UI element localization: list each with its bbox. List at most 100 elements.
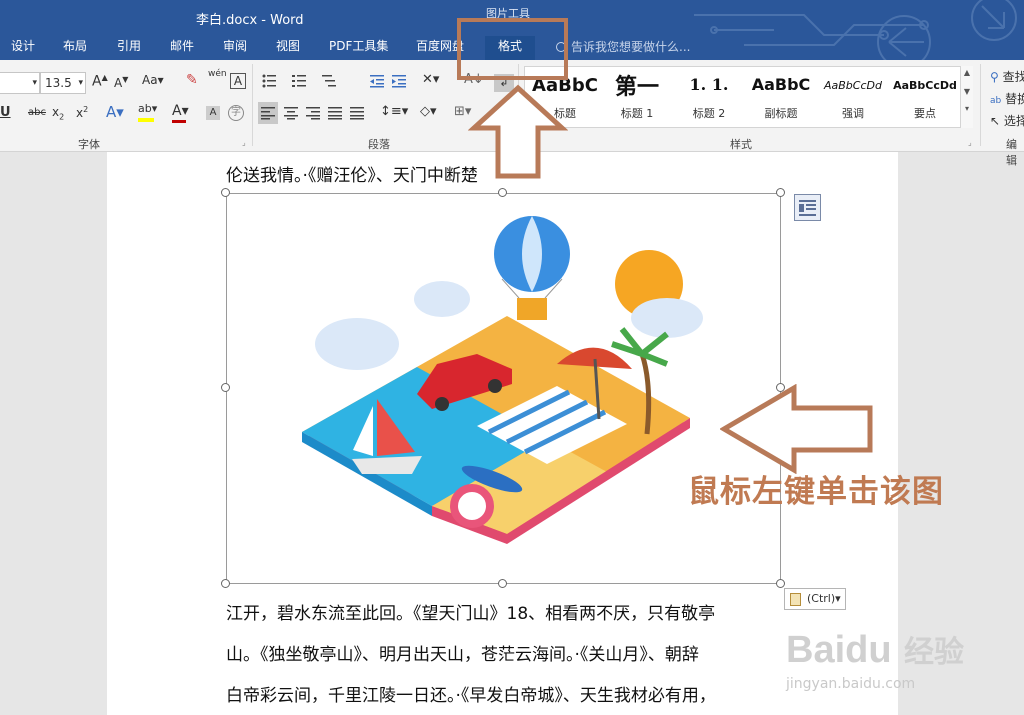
style-strong[interactable]: AaBbCcDd 要点 — [889, 67, 961, 127]
increase-indent-icon[interactable] — [392, 74, 406, 88]
tell-me-box[interactable]: 告诉我您想要做什么... — [556, 38, 690, 55]
font-dialog-launcher-icon[interactable]: ⌟ — [242, 138, 246, 147]
resize-handle[interactable] — [221, 188, 230, 197]
styles-dialog-launcher-icon[interactable]: ⌟ — [968, 138, 972, 147]
shrink-font-icon[interactable]: A▼ — [114, 75, 128, 90]
tab-references[interactable]: 引用 — [117, 36, 141, 60]
group-separator — [252, 64, 253, 146]
style-sample: AaBbCcDd — [893, 79, 957, 92]
shading-icon[interactable]: ◇▾ — [420, 104, 437, 119]
align-left-button[interactable] — [258, 102, 278, 124]
resize-handle[interactable] — [498, 579, 507, 588]
doc-line: 山。《独坐敬亭山》、明月出天山，苍茫云海间。·《关山月》、朝辞 — [226, 645, 699, 665]
find-label: 查找 — [1002, 70, 1024, 84]
format-tab-highlight-box — [457, 18, 568, 80]
watermark-brand: Baidu — [786, 629, 892, 671]
replace-label: 替换 — [1005, 92, 1024, 106]
superscript-icon[interactable]: x2 — [76, 105, 88, 120]
underline-icon[interactable]: U — [0, 105, 11, 120]
style-emphasis[interactable]: AaBbCcDd 强调 — [817, 67, 889, 127]
highlight-color-swatch — [138, 118, 154, 122]
paragraph-group-label: 段落 — [368, 138, 390, 151]
resize-handle[interactable] — [776, 579, 785, 588]
phonetic-guide-icon[interactable]: wén — [208, 69, 227, 79]
selected-picture[interactable] — [226, 193, 781, 584]
text-effects-icon[interactable]: A▾ — [106, 103, 124, 121]
tab-mailings[interactable]: 邮件 — [170, 36, 194, 60]
justify-icon[interactable] — [328, 106, 342, 120]
more-icon: ▾ — [964, 104, 969, 113]
tab-view[interactable]: 视图 — [276, 36, 300, 60]
tab-review[interactable]: 审阅 — [223, 36, 247, 60]
find-button[interactable]: ⚲ 查找 — [990, 68, 1024, 85]
change-case-icon[interactable]: Aa▾ — [142, 73, 164, 87]
char-border-icon[interactable]: A — [230, 73, 246, 89]
resize-handle[interactable] — [221, 579, 230, 588]
doc-line: 江开，碧水东流至此回。《望天门山》18、相看两不厌，只有敬亭 — [226, 604, 716, 624]
style-sample: 第一 — [614, 75, 659, 100]
style-name: 要点 — [914, 107, 936, 120]
distributed-icon[interactable] — [350, 106, 364, 120]
font-color-icon[interactable]: A▾ — [172, 103, 189, 123]
style-subtitle[interactable]: AaBbC 副标题 — [745, 67, 817, 127]
style-sample: 1. 1. — [689, 75, 729, 94]
font-name-box[interactable]: ▾ — [0, 72, 40, 94]
align-center-icon[interactable] — [284, 106, 298, 120]
doc-line: 白帝彩云间，千里江陵一日还。·《早发白帝城》、天生我材必有用， — [226, 686, 716, 706]
strikethrough-icon[interactable]: abc — [28, 107, 46, 118]
font-group-label: 字体 — [78, 138, 100, 151]
tab-design[interactable]: 设计 — [11, 36, 35, 60]
style-name: 强调 — [842, 107, 864, 120]
resize-handle[interactable] — [776, 188, 785, 197]
search-icon: ⚲ — [990, 70, 999, 84]
highlight-icon[interactable]: ab▾ — [138, 102, 157, 122]
illustration-image — [302, 216, 703, 544]
styles-group-label: 样式 — [730, 138, 752, 151]
layout-options-icon — [799, 200, 816, 216]
group-separator — [980, 64, 981, 146]
watermark-url: jingyan.baidu.com — [786, 676, 916, 692]
bullets-icon[interactable] — [262, 74, 276, 88]
style-sample: AaBbC — [751, 75, 811, 94]
font-size-box[interactable]: 13.5 ▾ — [40, 72, 86, 94]
clear-format-icon[interactable]: ✎ — [186, 72, 198, 88]
decrease-indent-icon[interactable] — [370, 74, 384, 88]
layout-options-button[interactable] — [794, 194, 821, 221]
replace-button[interactable]: ab 替换 — [990, 90, 1024, 107]
chinese-layout-icon[interactable]: ✕▾ — [422, 72, 439, 87]
annotation-text: 鼠标左键单击该图 — [688, 474, 944, 510]
style-heading-2[interactable]: 1. 1. 标题 2 — [673, 67, 745, 127]
select-label: 选择 — [1003, 114, 1024, 128]
multilevel-list-icon[interactable] — [322, 74, 336, 88]
font-size-value: 13.5 — [45, 76, 72, 90]
tab-pdf-tools[interactable]: PDF工具集 — [329, 36, 388, 60]
select-button[interactable]: ↖ 选择 — [990, 112, 1024, 129]
chevron-up-icon: ▲ — [963, 68, 971, 77]
style-name: 标题 2 — [692, 107, 726, 120]
gallery-scroll[interactable]: ▲ ▼ ▾ — [960, 66, 973, 128]
phonetic-label: wén — [208, 69, 227, 79]
up-arrow-annotation — [468, 84, 568, 179]
subscript-icon[interactable]: x2 — [52, 105, 64, 121]
chevron-down-icon: ▾ — [78, 78, 83, 88]
numbering-icon[interactable] — [292, 74, 306, 88]
resize-handle[interactable] — [221, 383, 230, 392]
resize-handle[interactable] — [498, 188, 507, 197]
replace-icon: ab — [990, 96, 1002, 106]
circuit-background — [694, 0, 1017, 60]
left-arrow-annotation — [720, 384, 873, 474]
style-name: 标题 1 — [620, 107, 654, 120]
line-spacing-icon[interactable]: ↕≡▾ — [380, 104, 408, 119]
tab-layout[interactable]: 布局 — [63, 36, 87, 60]
styles-gallery[interactable]: AaBbC 标题 第一 标题 1 1. 1. 标题 2 AaBbC 副标题 AaBbCc… — [524, 66, 972, 128]
tell-me-text: 告诉我您想要做什么... — [571, 40, 691, 54]
enclose-char-icon[interactable]: 字 — [228, 105, 244, 121]
align-right-icon[interactable] — [306, 106, 320, 120]
cursor-icon: ↖ — [990, 114, 1001, 128]
char-shading-icon[interactable]: A — [206, 106, 220, 120]
style-heading-1[interactable]: 第一标题 1 — [601, 67, 673, 127]
style-name: 副标题 — [764, 107, 798, 120]
watermark-suffix: 经验 — [904, 635, 964, 670]
window-title: 李白.docx - Word — [196, 13, 304, 28]
grow-font-icon[interactable]: A▲ — [92, 73, 108, 90]
